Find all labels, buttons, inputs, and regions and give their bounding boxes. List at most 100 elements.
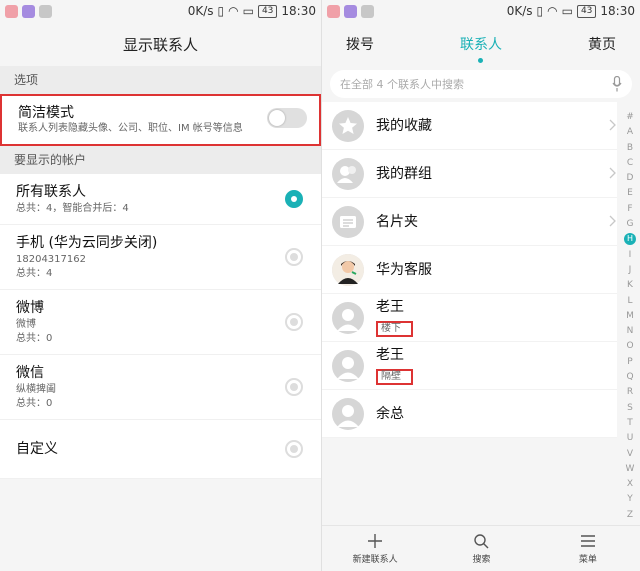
contact-row[interactable]: 余总 — [322, 390, 617, 438]
contact-row[interactable]: 老王 隔壁 — [322, 342, 617, 390]
contact-name: 余总 — [376, 405, 404, 422]
app-notification-icon — [5, 4, 18, 18]
account-row[interactable]: 手机 (华为云同步关闭) 18204317162 总共：4 — [0, 225, 321, 290]
index-letter[interactable]: Q — [622, 370, 638, 385]
account-radio[interactable] — [285, 248, 303, 266]
index-letter[interactable]: D — [622, 171, 638, 186]
account-detail: 总共：0 — [16, 398, 53, 409]
account-row[interactable]: 自定义 — [0, 420, 321, 479]
contact-name: 我的收藏 — [376, 117, 432, 134]
concise-mode-row[interactable]: 简洁模式 联系人列表隐藏头像、公司、职位、IM 帐号等信息 — [0, 94, 321, 146]
alphabet-index[interactable]: # A B C D E F G H I J K L M N O P Q R S T U V W X Y Z — [622, 110, 638, 523]
index-letter[interactable]: J — [622, 263, 638, 278]
contact-row[interactable]: 名片夹 — [322, 198, 617, 246]
account-row[interactable]: 所有联系人 总共：4，智能合并后：4 — [0, 174, 321, 225]
index-letter-label: K — [627, 280, 633, 291]
person-icon — [332, 349, 364, 382]
index-letter-label: Q — [626, 372, 634, 383]
tab-contacts-label: 联系人 — [460, 37, 502, 53]
account-radio[interactable] — [285, 313, 303, 331]
sim-icon: ▭ — [242, 4, 254, 18]
index-letter-label: S — [627, 402, 633, 413]
contact-text: 我的收藏 — [376, 117, 432, 135]
index-letter-label: O — [626, 341, 634, 352]
index-letter-label: B — [626, 142, 634, 153]
index-letter[interactable]: U — [622, 431, 638, 446]
index-letter[interactable]: # — [622, 110, 638, 125]
account-radio[interactable] — [285, 440, 303, 458]
service-avatar — [332, 253, 364, 286]
index-letter-label: F — [627, 203, 633, 214]
index-letter[interactable]: V — [622, 447, 638, 462]
index-letter-label: # — [626, 112, 634, 122]
display-contacts-screen: 0K/s ▯ ◠ ▭ 43 18:30 显示联系人 选项 简洁模式 联系人列表隐… — [0, 0, 321, 571]
sim-icon: ▭ — [561, 4, 573, 18]
contact-row[interactable]: 华为客服 — [322, 246, 617, 294]
app-notification-icon — [327, 4, 340, 18]
app-notification-icon — [22, 4, 35, 18]
menu-button[interactable]: 菜单 — [535, 526, 640, 571]
index-letter[interactable]: A — [622, 125, 638, 140]
search-button[interactable]: 搜索 — [428, 526, 534, 571]
account-radio[interactable] — [285, 190, 303, 208]
index-letter[interactable]: R — [622, 385, 638, 400]
index-letter-label: R — [626, 387, 634, 398]
index-letter[interactable]: O — [622, 339, 638, 354]
index-letter[interactable]: P — [622, 355, 638, 370]
account-row[interactable]: 微信 纵横捭阖 总共：0 — [0, 355, 321, 420]
index-letter[interactable]: N — [622, 324, 638, 339]
index-letter-label: Z — [626, 509, 634, 520]
index-letter[interactable]: W — [622, 462, 638, 477]
index-letter[interactable]: Z — [622, 508, 638, 523]
account-detail: 总共：4，智能合并后：4 — [16, 203, 129, 214]
index-letter[interactable]: G — [622, 217, 638, 232]
contact-row[interactable]: 老王 楼下 — [322, 294, 617, 342]
index-letter[interactable]: H — [622, 232, 638, 247]
index-letter-label: Y — [627, 494, 633, 505]
index-letter[interactable]: T — [622, 416, 638, 431]
index-letter[interactable]: M — [622, 309, 638, 324]
contact-text: 余总 — [376, 405, 404, 423]
group-icon — [332, 157, 364, 190]
contact-row[interactable]: 我的收藏 — [322, 102, 617, 150]
account-radio[interactable] — [285, 378, 303, 396]
menu-icon — [580, 534, 595, 547]
tab-dialer[interactable]: 拨号 — [346, 34, 374, 54]
index-letter[interactable]: K — [622, 278, 638, 293]
index-letter[interactable]: I — [622, 248, 638, 263]
tab-contacts[interactable]: 联系人 — [460, 34, 502, 63]
index-letter-label: I — [628, 249, 632, 260]
contact-name: 我的群组 — [376, 165, 432, 182]
contact-text: 华为客服 — [376, 261, 432, 279]
index-letter[interactable]: L — [622, 294, 638, 309]
account-title: 手机 (华为云同步关闭) — [16, 235, 158, 251]
account-row[interactable]: 微博 微博 总共：0 — [0, 290, 321, 355]
new-contact-button[interactable]: 新建联系人 — [322, 526, 428, 571]
index-letter-label: U — [626, 433, 634, 444]
contact-row[interactable]: 我的群组 — [322, 150, 617, 198]
contact-text: 我的群组 — [376, 165, 432, 183]
tab-yellow-pages[interactable]: 黄页 — [588, 34, 616, 54]
status-bar: 0K/s ▯ ◠ ▭ 43 18:30 — [322, 0, 640, 22]
index-letter-label: N — [626, 326, 634, 337]
microphone-icon[interactable] — [612, 76, 622, 92]
index-letter[interactable]: X — [622, 477, 638, 492]
contact-name: 老王 — [376, 347, 404, 363]
index-letter[interactable]: S — [622, 401, 638, 416]
search-icon — [474, 533, 489, 548]
page-title: 显示联系人 — [0, 22, 321, 66]
index-letter[interactable]: E — [622, 186, 638, 201]
chevron-right-icon — [609, 215, 616, 227]
index-letter[interactable]: C — [622, 156, 638, 171]
index-letter-label: P — [627, 356, 633, 367]
account-detail: 总共：4 — [16, 268, 53, 279]
contact-search-input[interactable]: 在全部 4 个联系人中搜索 — [330, 70, 632, 98]
index-letter[interactable]: F — [622, 202, 638, 217]
account-title: 微信 — [16, 365, 44, 381]
index-letter[interactable]: B — [622, 141, 638, 156]
concise-mode-toggle[interactable] — [267, 108, 307, 128]
vibrate-icon: ▯ — [217, 4, 225, 18]
battery-icon: 43 — [576, 4, 597, 18]
index-letter[interactable]: Y — [622, 492, 638, 507]
menu-label: 菜单 — [578, 554, 597, 565]
